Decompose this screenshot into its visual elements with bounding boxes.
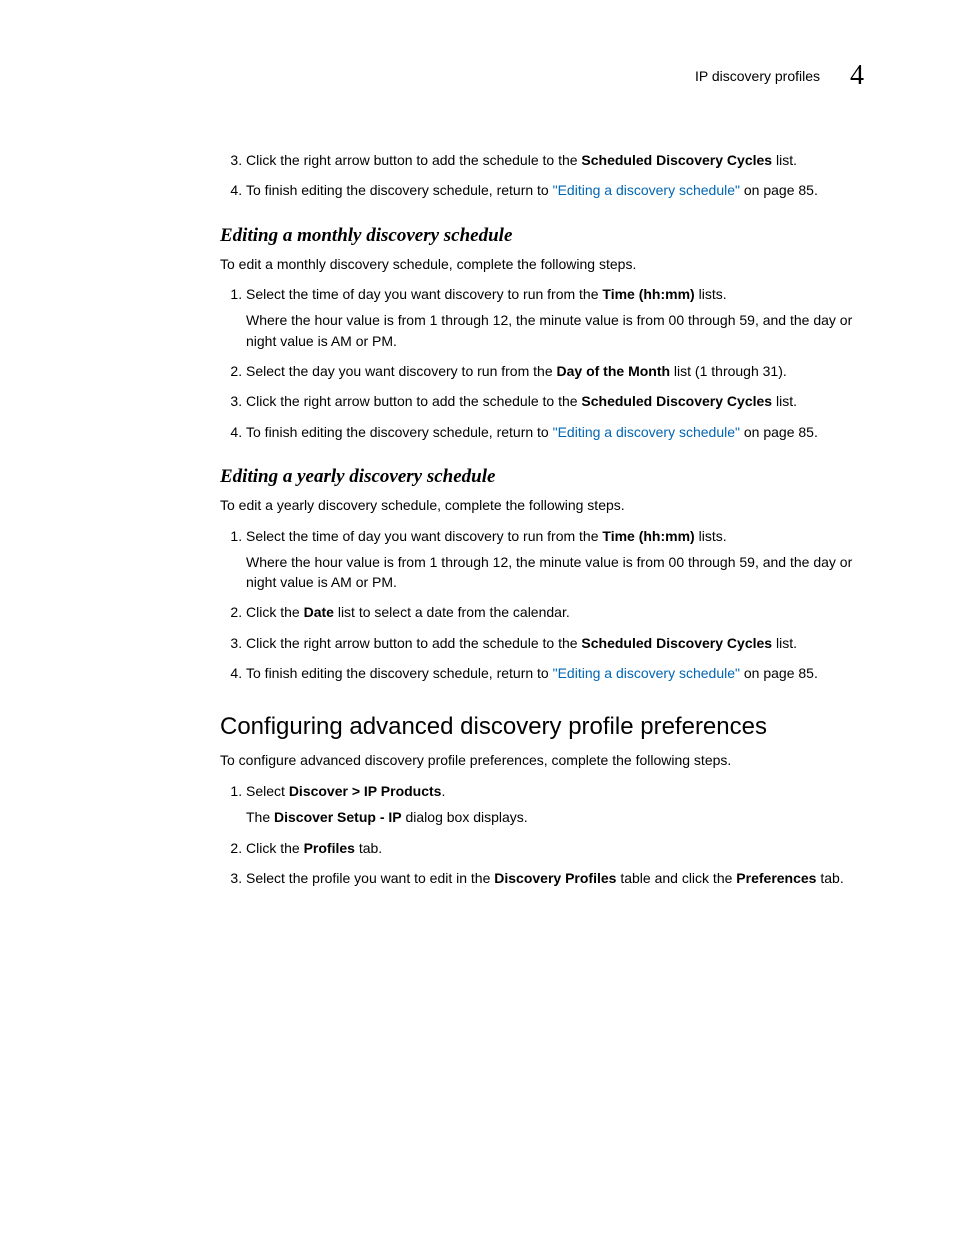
advanced-steps-list: Select Discover > IP Products. The Disco…: [220, 781, 864, 888]
step-text: table and click the: [616, 870, 736, 886]
bold-text: Discovery Profiles: [494, 870, 616, 886]
step-item: Click the Profiles tab.: [246, 838, 864, 858]
step-text: Click the: [246, 604, 304, 620]
step-item: Click the right arrow button to add the …: [246, 633, 864, 653]
subheading-yearly: Editing a yearly discovery schedule: [220, 466, 864, 488]
bold-text: Scheduled Discovery Cycles: [581, 635, 772, 651]
bold-text: Scheduled Discovery Cycles: [581, 152, 772, 168]
step-text: Click the right arrow button to add the …: [246, 152, 581, 168]
step-text: Select the time of day you want discover…: [246, 286, 602, 302]
step-text: tab.: [355, 840, 382, 856]
step-text: To finish editing the discovery schedule…: [246, 424, 553, 440]
bold-text: Scheduled Discovery Cycles: [581, 393, 772, 409]
step-item: To finish editing the discovery schedule…: [246, 422, 864, 442]
step-text: Click the right arrow button to add the …: [246, 393, 581, 409]
intro-paragraph: To edit a monthly discovery schedule, co…: [220, 255, 864, 275]
step-item: To finish editing the discovery schedule…: [246, 180, 864, 200]
step-text: Select: [246, 783, 289, 799]
cross-reference-link[interactable]: "Editing a discovery schedule": [553, 182, 740, 198]
step-text: To finish editing the discovery schedule…: [246, 182, 553, 198]
bold-text: Preferences: [736, 870, 816, 886]
step-text: tab.: [816, 870, 843, 886]
document-page: IP discovery profiles 4 Click the right …: [0, 0, 954, 1235]
continuing-steps-list: Click the right arrow button to add the …: [220, 150, 864, 201]
bold-text: Discover Setup - IP: [274, 809, 402, 825]
header-chapter-number: 4: [850, 60, 864, 92]
step-text: list.: [772, 393, 797, 409]
yearly-steps-list: Select the time of day you want discover…: [220, 526, 864, 684]
step-subtext: Where the hour value is from 1 through 1…: [246, 310, 864, 351]
step-text: lists.: [695, 528, 727, 544]
intro-paragraph: To edit a yearly discovery schedule, com…: [220, 496, 864, 516]
step-item: Select the time of day you want discover…: [246, 284, 864, 351]
step-item: Select the time of day you want discover…: [246, 526, 864, 593]
step-text: list (1 through 31).: [670, 363, 787, 379]
step-text: list.: [772, 152, 797, 168]
step-subtext: Where the hour value is from 1 through 1…: [246, 552, 864, 593]
step-text: Select the profile you want to edit in t…: [246, 870, 494, 886]
bold-text: Time (hh:mm): [602, 528, 694, 544]
subtext: dialog box displays.: [402, 809, 528, 825]
step-text: To finish editing the discovery schedule…: [246, 665, 553, 681]
intro-paragraph: To configure advanced discovery profile …: [220, 751, 864, 771]
step-text: on page 85.: [740, 424, 818, 440]
bold-text: Date: [304, 604, 334, 620]
cross-reference-link[interactable]: "Editing a discovery schedule": [553, 665, 740, 681]
cross-reference-link[interactable]: "Editing a discovery schedule": [553, 424, 740, 440]
step-subtext: The Discover Setup - IP dialog box displ…: [246, 807, 864, 827]
page-header: IP discovery profiles 4: [695, 60, 864, 92]
step-item: Click the right arrow button to add the …: [246, 150, 864, 170]
step-text: Click the right arrow button to add the …: [246, 635, 581, 651]
step-item: Click the Date list to select a date fro…: [246, 602, 864, 622]
bold-text: Discover > IP Products: [289, 783, 442, 799]
step-text: on page 85.: [740, 182, 818, 198]
step-text: Click the: [246, 840, 304, 856]
step-text: lists.: [695, 286, 727, 302]
step-item: Select the profile you want to edit in t…: [246, 868, 864, 888]
step-text: list.: [772, 635, 797, 651]
section-heading-advanced: Configuring advanced discovery profile p…: [220, 713, 864, 741]
step-text: .: [441, 783, 445, 799]
bold-text: Profiles: [304, 840, 355, 856]
step-item: To finish editing the discovery schedule…: [246, 663, 864, 683]
step-item: Click the right arrow button to add the …: [246, 391, 864, 411]
header-section-title: IP discovery profiles: [695, 68, 820, 84]
step-item: Select the day you want discovery to run…: [246, 361, 864, 381]
subheading-monthly: Editing a monthly discovery schedule: [220, 225, 864, 247]
monthly-steps-list: Select the time of day you want discover…: [220, 284, 864, 442]
step-text: Select the day you want discovery to run…: [246, 363, 557, 379]
step-text: list to select a date from the calendar.: [334, 604, 570, 620]
bold-text: Time (hh:mm): [602, 286, 694, 302]
step-item: Select Discover > IP Products. The Disco…: [246, 781, 864, 828]
page-content: Click the right arrow button to add the …: [220, 60, 864, 888]
bold-text: Day of the Month: [557, 363, 671, 379]
step-text: on page 85.: [740, 665, 818, 681]
step-text: Select the time of day you want discover…: [246, 528, 602, 544]
subtext: The: [246, 809, 274, 825]
